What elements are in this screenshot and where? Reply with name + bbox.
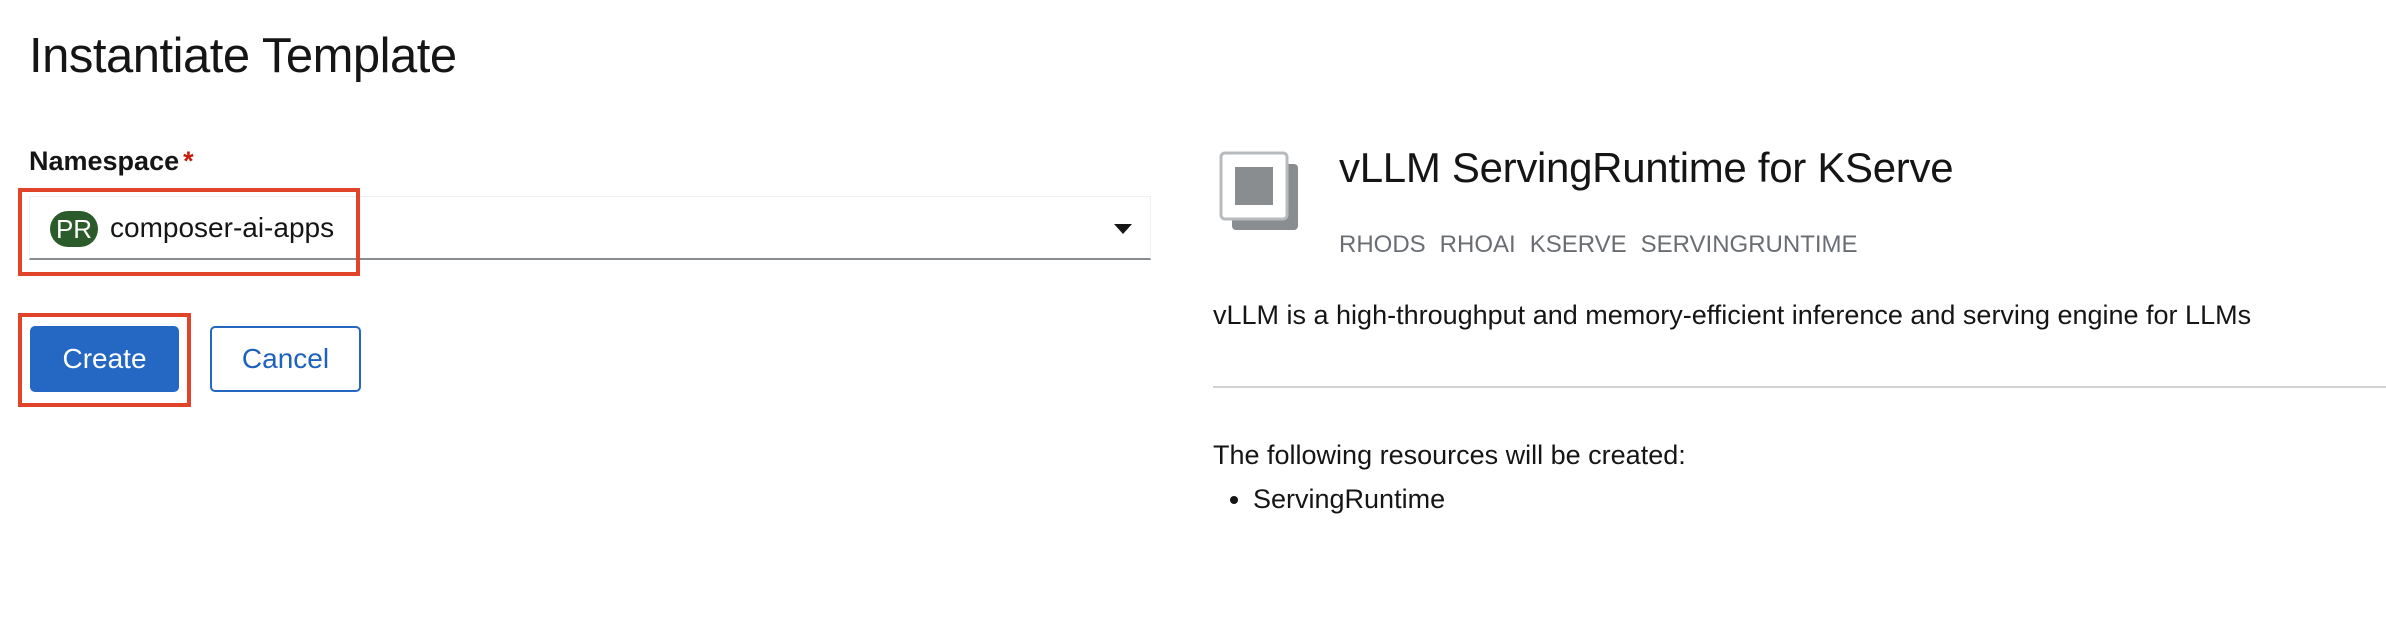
project-badge: PR: [50, 211, 98, 247]
resources-list: ServingRuntime: [1213, 482, 1445, 516]
template-tags: RHODS RHOAI KSERVE SERVINGRUNTIME: [1339, 231, 1858, 259]
resources-intro: The following resources will be created:: [1213, 440, 1686, 470]
namespace-value: composer-ai-apps: [110, 212, 335, 243]
template-tag: RHOAI: [1439, 231, 1516, 258]
template-title: vLLM ServingRuntime for KServe: [1339, 144, 1954, 191]
template-tag: SERVINGRUNTIME: [1640, 231, 1858, 258]
namespace-label-text: Namespace: [29, 146, 180, 176]
template-description: vLLM is a high-throughput and memory-eff…: [1213, 300, 2252, 330]
list-item: ServingRuntime: [1253, 482, 1445, 516]
page-title: Instantiate Template: [29, 29, 457, 83]
cancel-button[interactable]: Cancel: [210, 326, 361, 392]
caret-down-icon: [1114, 224, 1132, 234]
namespace-label: Namespace *: [29, 146, 194, 177]
create-button[interactable]: Create: [30, 326, 179, 392]
namespace-select[interactable]: PR composer-ai-apps: [29, 196, 1151, 260]
divider: [1213, 386, 2386, 388]
template-icon: [1219, 151, 1303, 235]
required-indicator: *: [183, 146, 194, 176]
template-tag: KSERVE: [1529, 231, 1627, 258]
template-tag: RHODS: [1339, 231, 1426, 258]
